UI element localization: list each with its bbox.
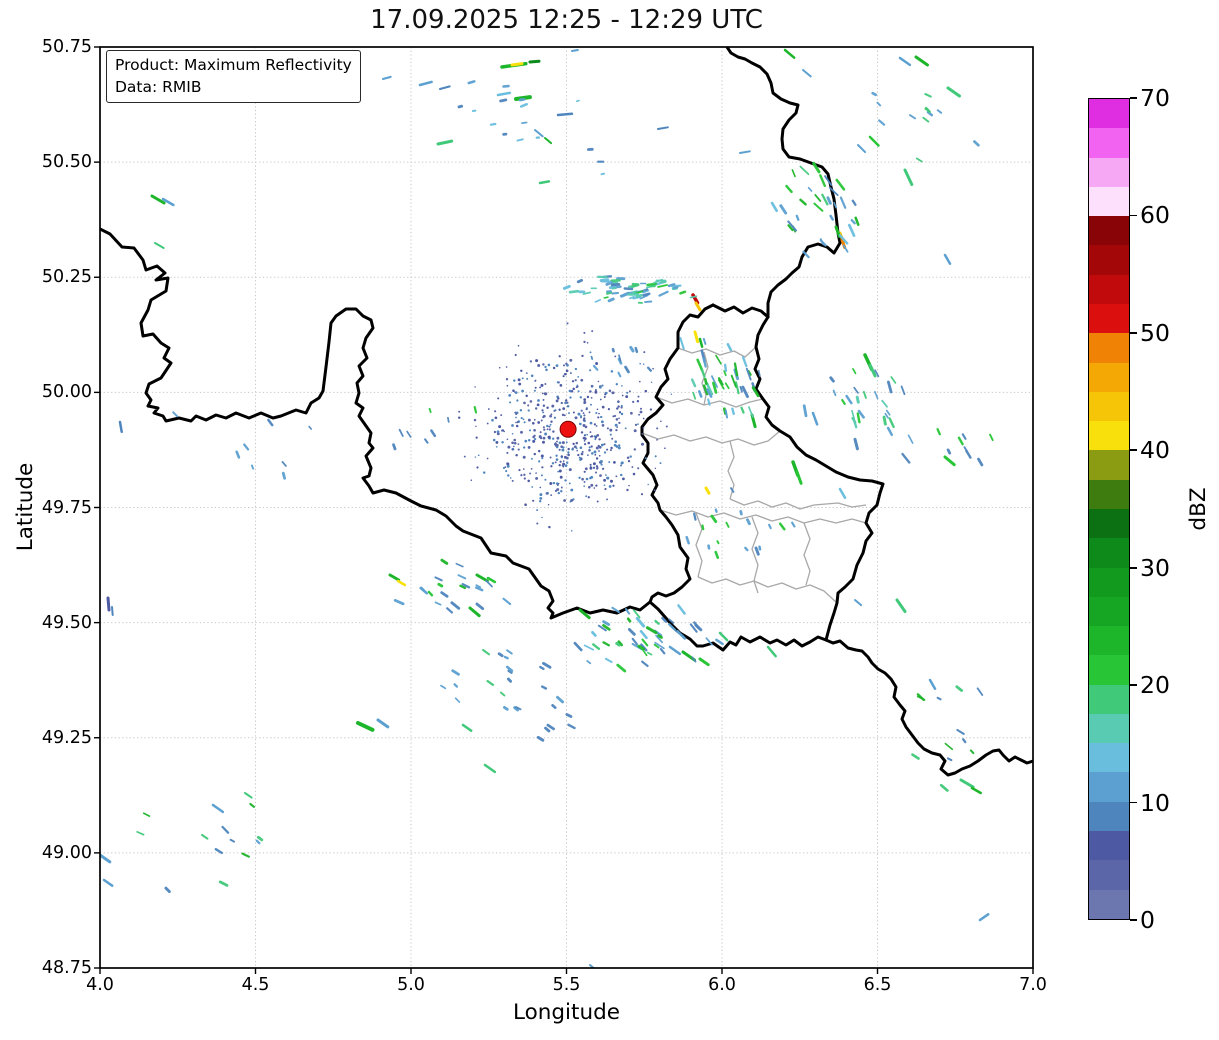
colorbar-tick-mark <box>1130 801 1137 804</box>
colorbar-segment <box>1089 801 1129 832</box>
colorbar-tick-mark <box>1130 449 1137 452</box>
colorbar-segment <box>1089 362 1129 392</box>
y-tick-label: 49.75 <box>41 497 92 518</box>
colorbar-segment <box>1089 860 1129 890</box>
colorbar-segment <box>1089 186 1129 217</box>
y-tick-label: 48.75 <box>41 958 92 978</box>
colorbar-tick-mark <box>1130 214 1137 217</box>
colorbar-tick-label: 20 <box>1140 671 1170 700</box>
y-tick-label: 50.75 <box>41 37 92 57</box>
x-tick-label: 5.5 <box>552 975 581 995</box>
colorbar-segment <box>1089 128 1129 158</box>
colorbar-tick-label: 50 <box>1140 318 1170 347</box>
colorbar-segment <box>1089 831 1129 861</box>
colorbar-tick-mark <box>1130 919 1137 921</box>
annotation-product-line: Product: Maximum Reflectivity <box>115 56 352 74</box>
colorbar-segment <box>1089 626 1129 656</box>
colorbar-segment <box>1089 596 1129 627</box>
colorbar-segment <box>1089 772 1129 802</box>
colorbar-segment <box>1089 303 1129 334</box>
colorbar-segment <box>1089 743 1129 773</box>
y-tick-label: 50.50 <box>41 152 92 173</box>
colorbar-segment <box>1089 655 1129 685</box>
colorbar-tick-label: 60 <box>1140 201 1170 230</box>
colorbar-segment <box>1089 274 1129 304</box>
colorbar-tick-label: 40 <box>1140 436 1170 465</box>
x-tick-label: 5.0 <box>397 975 425 995</box>
x-tick-label: 7.0 <box>1019 975 1047 995</box>
x-tick-label: 6.0 <box>708 975 736 995</box>
colorbar <box>1088 98 1130 920</box>
colorbar-tick-label: 10 <box>1140 788 1170 817</box>
colorbar-segment <box>1089 450 1129 480</box>
x-tick-label: 6.5 <box>863 975 892 995</box>
colorbar-tick-mark <box>1130 97 1137 99</box>
colorbar-segment <box>1089 245 1129 275</box>
annotation-data-line: Data: RMIB <box>115 78 202 96</box>
colorbar-segment <box>1089 216 1129 246</box>
y-tick-label: 49.50 <box>41 612 92 633</box>
colorbar-tick-label: 30 <box>1140 553 1170 582</box>
colorbar-tick-label: 0 <box>1140 906 1155 934</box>
radar-map-figure: 17.09.2025 12:25 - 12:29 UTC Product: Ma… <box>0 0 1219 1040</box>
colorbar-segment <box>1089 391 1129 422</box>
colorbar-segment <box>1089 508 1129 539</box>
y-tick-label: 50.00 <box>41 382 92 403</box>
colorbar-segment <box>1089 538 1129 568</box>
colorbar-segment <box>1089 421 1129 451</box>
colorbar-segment <box>1089 684 1129 714</box>
colorbar-segment <box>1089 567 1129 597</box>
y-tick-label: 49.25 <box>41 727 92 748</box>
x-axis-label: Longitude <box>513 1000 620 1025</box>
colorbar-segment <box>1089 889 1129 919</box>
colorbar-segment <box>1089 713 1129 744</box>
annotation-box: Product: Maximum Reflectivity Data: RMIB <box>106 50 361 103</box>
colorbar-segment <box>1089 157 1129 187</box>
colorbar-tick-mark <box>1130 566 1137 569</box>
colorbar-segment <box>1089 99 1129 129</box>
colorbar-unit-label: dBZ <box>1186 487 1211 531</box>
plot-area-svg <box>94 46 1034 974</box>
radar-site-marker <box>559 420 577 438</box>
x-tick-label: 4.5 <box>241 975 270 995</box>
figure-title: 17.09.2025 12:25 - 12:29 UTC <box>370 5 763 35</box>
y-tick-label: 50.25 <box>41 267 92 288</box>
colorbar-segment <box>1089 479 1129 509</box>
colorbar-tick-mark <box>1130 332 1137 334</box>
colorbar-tick-label: 70 <box>1140 84 1170 112</box>
colorbar-segment <box>1089 333 1129 363</box>
y-tick-label: 49.00 <box>41 842 92 863</box>
colorbar-tick-mark <box>1130 684 1137 686</box>
x-tick-label: 4.0 <box>86 975 114 995</box>
